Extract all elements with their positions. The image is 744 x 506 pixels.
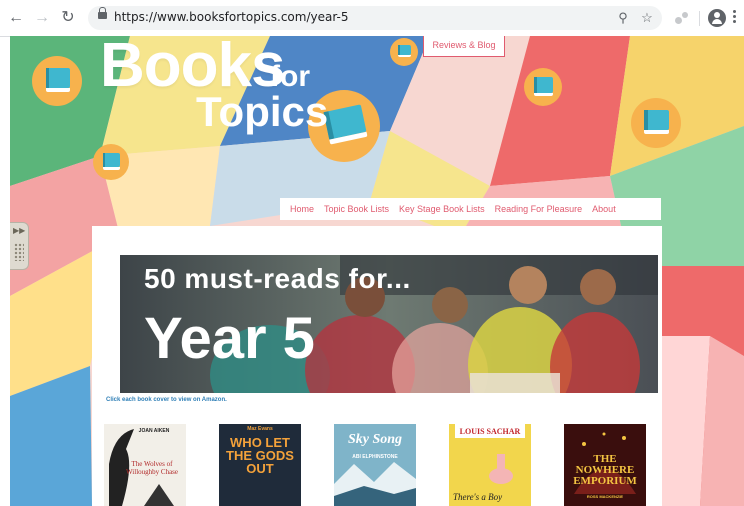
amazon-note: Click each book cover to view on Amazon. (106, 397, 227, 403)
browser-toolbar: ← → ↻ https://www.booksfortopics.com/yea… (0, 0, 744, 37)
book-cover[interactable]: THE NOWHERE EMPORIUM ROSS MACKENZIE (564, 424, 646, 506)
address-bar[interactable]: https://www.booksfortopics.com/year-5 ⚲ … (88, 6, 662, 30)
cover-title: THE NOWHERE EMPORIUM (573, 453, 637, 487)
forward-icon[interactable]: → (32, 8, 52, 28)
cover-title: Sky Song (347, 432, 403, 447)
year5-banner-image: 50 must-reads for... Year 5 (120, 255, 658, 393)
cover-title: The Wolves of Willoughby Chase (125, 460, 179, 476)
book-circle-icon (390, 38, 418, 66)
cover-author: Maz Evans (247, 426, 273, 432)
nav-reading-for-pleasure[interactable]: Reading For Pleasure (495, 204, 583, 214)
profile-icon[interactable] (708, 9, 726, 27)
web-page: Books for Topics Reviews & Blog Home Top… (10, 36, 744, 506)
book-circle-icon (93, 144, 129, 180)
cover-author: ABI ELPHINSTONE (352, 454, 398, 460)
site-logo-topics: Topics (196, 88, 329, 135)
book-circle-icon (631, 98, 681, 148)
url-text[interactable]: https://www.booksfortopics.com/year-5 (114, 10, 348, 24)
back-icon[interactable]: ← (6, 8, 26, 28)
main-nav: Home Topic Book Lists Key Stage Book Lis… (280, 198, 661, 220)
nav-about[interactable]: About (592, 204, 616, 214)
nav-topic-book-lists[interactable]: Topic Book Lists (324, 204, 389, 214)
extension-icon[interactable] (673, 9, 691, 27)
side-panel-handle[interactable]: ▶▶ (10, 222, 29, 270)
menu-icon[interactable] (733, 10, 737, 25)
nav-key-stage-book-lists[interactable]: Key Stage Book Lists (399, 204, 485, 214)
zoom-icon[interactable]: ⚲ (614, 9, 632, 27)
banner-year: Year 5 (144, 306, 315, 371)
reload-icon[interactable]: ↻ (58, 8, 78, 28)
cover-title: There's a Boy (453, 492, 503, 502)
cover-author: LOUIS SACHAR (459, 427, 521, 436)
banner-heading: 50 must-reads for... (144, 263, 411, 294)
star-icon[interactable]: ☆ (638, 9, 656, 27)
book-circle-icon (32, 56, 82, 106)
toolbar-divider (699, 11, 700, 26)
content-panel: 50 must-reads for... Year 5 Click each b… (92, 226, 662, 506)
cover-author: JOAN AIKEN (138, 428, 170, 434)
expand-arrows-icon: ▶▶ (13, 226, 26, 235)
book-cover[interactable]: Sky Song ABI ELPHINSTONE (334, 424, 416, 506)
book-circle-icon (524, 68, 562, 106)
book-cover[interactable]: Maz Evans WHO LET THE GODS OUT (219, 424, 301, 506)
reviews-blog-button[interactable]: Reviews & Blog (423, 36, 505, 57)
book-cover[interactable]: LOUIS SACHAR There's a Boy (449, 424, 531, 506)
grip-icon (14, 243, 24, 261)
nav-home[interactable]: Home (290, 204, 314, 214)
book-cover[interactable]: JOAN AIKEN The Wolves of Willoughby Chas… (104, 424, 186, 506)
cover-title: WHO LET THE GODS OUT (226, 435, 294, 476)
cover-author: ROSS MACKENZIE (586, 494, 624, 499)
lock-icon (98, 7, 107, 19)
